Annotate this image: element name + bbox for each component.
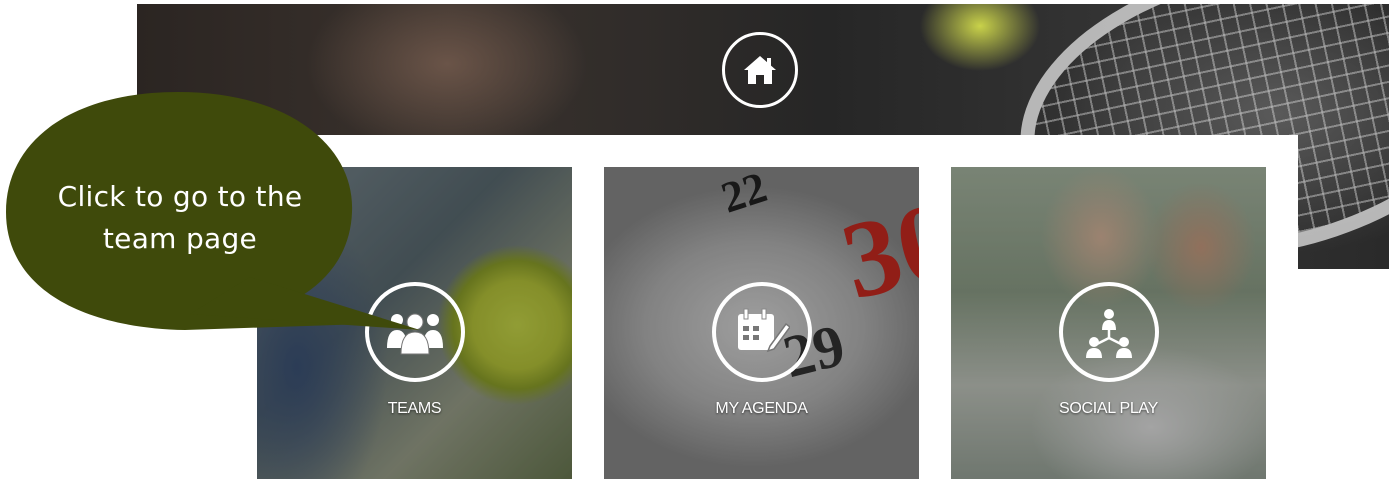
social-network-icon xyxy=(1059,282,1159,382)
social-play-label: SOCIAL PLAY xyxy=(1059,400,1158,417)
home-icon xyxy=(744,56,776,84)
home-button[interactable] xyxy=(722,32,798,108)
calendar-edit-icon xyxy=(712,282,812,382)
callout-line-1: Click to go to the xyxy=(57,180,303,213)
social-play-card[interactable]: SOCIAL PLAY xyxy=(951,167,1266,479)
callout-line-2: team page xyxy=(102,222,258,255)
callout-text: Click to go to the team page xyxy=(30,176,330,260)
my-agenda-card[interactable]: 22 30 29 MY AGENDA xyxy=(604,167,919,479)
teams-label: TEAMS xyxy=(387,400,442,417)
my-agenda-label: MY AGENDA xyxy=(715,400,808,417)
